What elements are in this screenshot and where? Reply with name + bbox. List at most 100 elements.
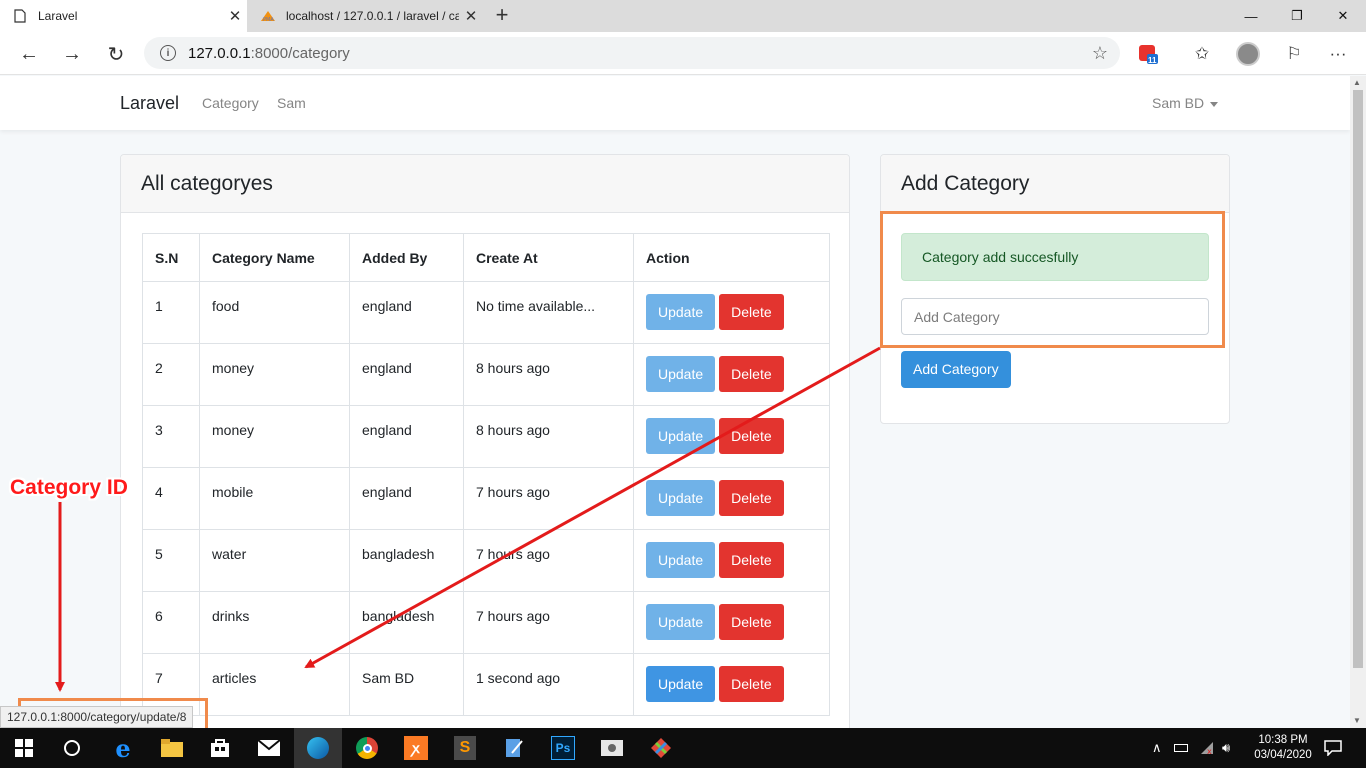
update-button[interactable]: Update bbox=[646, 356, 716, 392]
column-header-name: Category Name bbox=[199, 233, 350, 282]
notepad-icon[interactable] bbox=[490, 728, 538, 768]
network-icon[interactable]: x bbox=[1199, 728, 1215, 768]
system-clock[interactable]: 10:38 PM 03/04/2020 bbox=[1254, 733, 1312, 763]
update-button[interactable]: Update bbox=[646, 480, 716, 516]
svg-text:PMA: PMA bbox=[263, 17, 274, 22]
cell-created: 7 hours ago bbox=[463, 467, 634, 530]
sublime-text-icon[interactable]: S bbox=[441, 728, 489, 768]
delete-button[interactable]: Delete bbox=[719, 294, 784, 330]
status-bar-link: 127.0.0.1:8000/category/update/8 bbox=[0, 706, 194, 728]
categories-card-title: All categoryes bbox=[121, 155, 849, 213]
mail-icon[interactable] bbox=[245, 728, 293, 768]
brand-link[interactable]: Laravel bbox=[120, 93, 179, 114]
xampp-icon[interactable]: ꭗ bbox=[392, 728, 440, 768]
scroll-up-icon[interactable]: ▲ bbox=[1353, 78, 1361, 87]
categories-card: All categoryes S.N Category Name Added B… bbox=[120, 154, 850, 728]
snipping-tool-icon[interactable] bbox=[588, 728, 636, 768]
cell-name: mobile bbox=[199, 467, 350, 530]
cell-name: money bbox=[199, 343, 350, 406]
close-tab-icon[interactable]: ✕ bbox=[459, 7, 483, 25]
clock-date: 03/04/2020 bbox=[1254, 749, 1312, 761]
delete-button[interactable]: Delete bbox=[719, 604, 784, 640]
category-id-callout: Category ID bbox=[10, 476, 128, 499]
cell-actions: Update Delete bbox=[633, 281, 830, 344]
user-dropdown[interactable]: Sam BD bbox=[1152, 95, 1219, 111]
extension-badge: 11 bbox=[1148, 56, 1157, 65]
cortana-search-icon[interactable] bbox=[48, 728, 96, 768]
windows-taskbar: e ꭗ S Ps ∧ x 🔊︎ 10:38 PM 03/04/2020 bbox=[0, 728, 1366, 768]
delete-button[interactable]: Delete bbox=[719, 418, 784, 454]
column-header-added-by: Added By bbox=[349, 233, 464, 282]
update-button[interactable]: Update bbox=[646, 542, 716, 578]
git-icon[interactable] bbox=[637, 728, 685, 768]
add-category-card-title: Add Category bbox=[881, 155, 1229, 213]
cell-added-by: england bbox=[349, 467, 464, 530]
back-icon[interactable]: ← bbox=[14, 39, 44, 69]
tab-title: localhost / 127.0.0.1 / laravel / ca bbox=[286, 9, 459, 23]
update-button[interactable]: Update bbox=[646, 294, 716, 330]
maximize-icon[interactable]: ❐ bbox=[1274, 0, 1320, 32]
file-explorer-icon[interactable] bbox=[148, 728, 196, 768]
delete-button[interactable]: Delete bbox=[719, 356, 784, 392]
info-icon[interactable]: i bbox=[160, 45, 176, 61]
cell-added-by: england bbox=[349, 343, 464, 406]
cell-actions: Update Delete bbox=[633, 591, 830, 654]
edge-browser-icon[interactable] bbox=[294, 728, 342, 768]
cell-added-by: Sam BD bbox=[349, 653, 464, 716]
extension-icon[interactable]: 11 bbox=[1133, 39, 1163, 69]
phpmyadmin-icon: PMA bbox=[260, 8, 276, 24]
page-scrollbar[interactable]: ▲ ▼ bbox=[1350, 76, 1366, 728]
cell-added-by: england bbox=[349, 405, 464, 468]
nav-link-category[interactable]: Category bbox=[202, 95, 259, 111]
refresh-icon[interactable]: ↻ bbox=[101, 39, 131, 69]
table-row: 5 water bangladesh 7 hours ago Update Del… bbox=[142, 529, 830, 592]
photoshop-icon[interactable]: Ps bbox=[539, 728, 587, 768]
chrome-icon[interactable] bbox=[343, 728, 391, 768]
cell-actions: Update Delete bbox=[633, 405, 830, 468]
cell-name: articles bbox=[199, 653, 350, 716]
notifications-icon[interactable] bbox=[1324, 728, 1342, 768]
tab-laravel[interactable]: Laravel ✕ bbox=[0, 0, 247, 32]
battery-icon[interactable] bbox=[1174, 728, 1188, 768]
delete-button[interactable]: Delete bbox=[719, 666, 784, 702]
url-bar[interactable]: i 127.0.0.1:8000/category ☆ bbox=[144, 37, 1120, 69]
cell-created: No time available... bbox=[463, 281, 634, 344]
table-row: 6 drinks bangladesh 7 hours ago Update De… bbox=[142, 591, 830, 654]
update-button[interactable]: Update bbox=[646, 418, 716, 454]
favorite-star-icon[interactable]: ☆ bbox=[1092, 43, 1108, 64]
cell-created: 8 hours ago bbox=[463, 405, 634, 468]
add-category-button[interactable]: Add Category bbox=[901, 351, 1011, 388]
update-button-hovered[interactable]: Update bbox=[646, 666, 716, 702]
table-row: 4 mobile england 7 hours ago Update Delet… bbox=[142, 467, 830, 530]
volume-icon[interactable]: 🔊︎ bbox=[1222, 728, 1230, 768]
page-icon bbox=[12, 8, 28, 24]
favorites-icon[interactable]: ✩ bbox=[1187, 39, 1217, 69]
feedback-icon[interactable]: ⚐ bbox=[1279, 39, 1309, 69]
windows-start-icon[interactable] bbox=[0, 728, 48, 768]
delete-button[interactable]: Delete bbox=[719, 542, 784, 578]
show-hidden-icons-icon[interactable]: ∧ bbox=[1152, 728, 1162, 768]
new-tab-icon[interactable]: + bbox=[488, 2, 516, 28]
category-name-input[interactable] bbox=[901, 298, 1209, 335]
delete-button[interactable]: Delete bbox=[719, 480, 784, 516]
more-menu-icon[interactable]: ··· bbox=[1323, 39, 1353, 69]
close-window-icon[interactable]: ✕ bbox=[1320, 0, 1366, 32]
store-icon[interactable] bbox=[196, 728, 244, 768]
ie-edge-legacy-icon[interactable]: e bbox=[99, 728, 147, 768]
user-name: Sam BD bbox=[1152, 95, 1205, 111]
close-tab-icon[interactable]: ✕ bbox=[223, 7, 247, 25]
minimize-icon[interactable]: — bbox=[1228, 0, 1274, 32]
scrollbar-thumb[interactable] bbox=[1353, 90, 1363, 668]
cell-sn: 2 bbox=[142, 343, 200, 406]
profile-avatar-icon[interactable] bbox=[1233, 39, 1263, 69]
tab-title: Laravel bbox=[38, 9, 78, 23]
scroll-down-icon[interactable]: ▼ bbox=[1353, 716, 1361, 725]
url-host: 127.0.0.1 bbox=[188, 44, 251, 62]
nav-link-sam[interactable]: Sam bbox=[277, 95, 306, 111]
tab-phpmyadmin[interactable]: PMA localhost / 127.0.0.1 / laravel / ca… bbox=[248, 0, 483, 32]
table-row: 1 food england No time available... Upda… bbox=[142, 281, 830, 344]
update-button[interactable]: Update bbox=[646, 604, 716, 640]
add-category-card: Add Category Category add succesfully Ad… bbox=[880, 154, 1230, 424]
browser-tab-bar: Laravel ✕ PMA localhost / 127.0.0.1 / la… bbox=[0, 0, 1366, 32]
forward-icon[interactable]: → bbox=[57, 39, 87, 69]
